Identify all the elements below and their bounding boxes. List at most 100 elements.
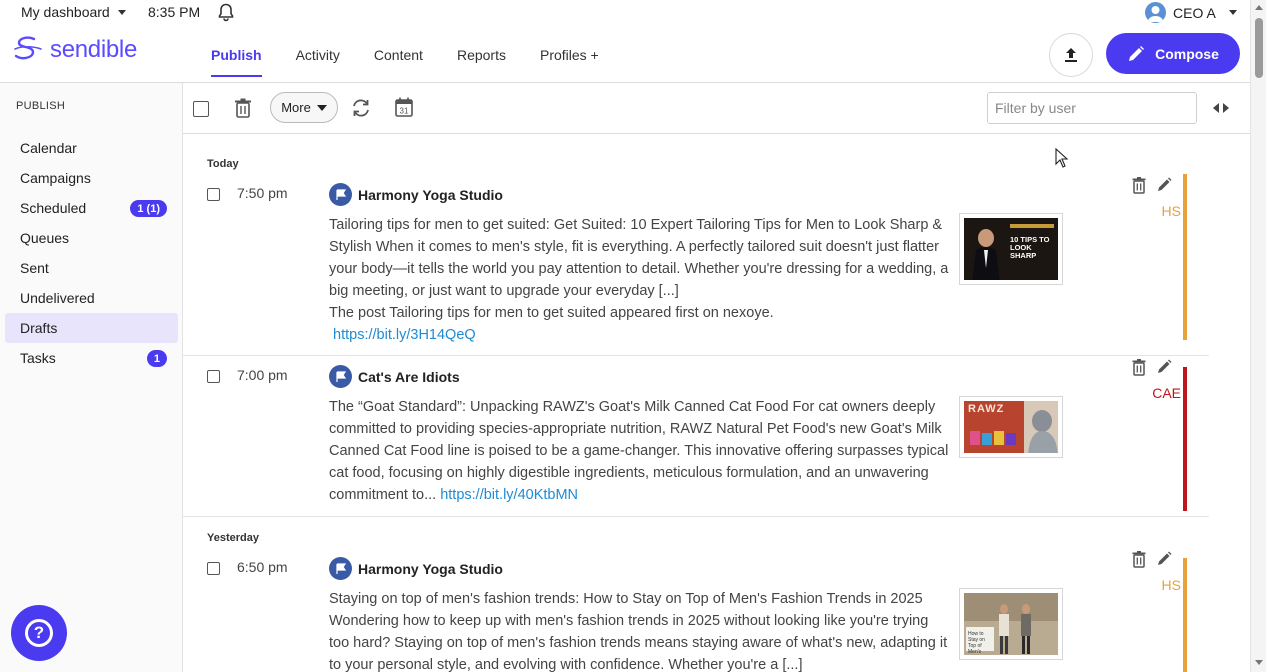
scroll-thumb[interactable] [1255,18,1263,78]
more-label: More [281,100,311,115]
post-item[interactable]: 7:00 pm Cat's Are Idiots The “Goat Stand… [183,356,1209,517]
upload-icon [1065,48,1077,62]
sidebar-item-campaigns[interactable]: Campaigns [5,163,178,193]
profile-name: Cat's Are Idiots [358,368,460,385]
main-nav: Publish Activity Content Reports Profile… [196,26,618,83]
post-thumbnail[interactable]: How to Stay on Top of Men's Fashion Tren… [959,588,1063,660]
profile-color-bar [1183,174,1187,340]
pencil-icon[interactable] [1155,176,1173,199]
trash-icon[interactable] [1131,358,1147,381]
profile-name: Harmony Yoga Studio [358,560,503,577]
help-button[interactable]: ? [11,605,67,661]
post-checkbox[interactable] [207,562,220,575]
post-body: The “Goat Standard”: Unpacking RAWZ's Go… [329,399,949,503]
post-time: 7:50 pm [237,185,288,201]
collapse-panel-icon[interactable] [1211,101,1231,115]
user-name: CEO A [1173,4,1216,21]
avatar [1145,2,1166,23]
trash-icon[interactable] [1131,550,1147,573]
sidebar-item-label: Undelivered [20,290,95,306]
post-text: The “Goat Standard”: Unpacking RAWZ's Go… [329,396,949,506]
trash-icon[interactable] [233,97,255,119]
profile-color-bar [1183,558,1187,672]
post-body: Staying on top of men's fashion trends: … [329,591,948,672]
sidebar-item-label: Queues [20,230,70,246]
post-thumbnail[interactable]: 10 TIPS TO LOOK SHARP [959,213,1063,285]
thumbnail-caption: RAWZ [968,403,1005,415]
sidebar: PUBLISH Calendar Campaigns Scheduled 1 (1… [0,83,183,672]
flag-icon [329,557,352,580]
sidebar-item-queues[interactable]: Queues [5,223,178,253]
post-link[interactable]: https://bit.ly/40KtbMN [440,487,578,503]
calendar-day: 31 [400,107,409,116]
trash-icon[interactable] [1131,176,1147,199]
calendar-icon[interactable]: 31 [394,96,416,118]
sidebar-item-tasks[interactable]: Tasks 1 [5,343,178,373]
post-time: 7:00 pm [237,367,288,383]
top-strip: My dashboard 8:35 PM CEO A [0,0,1250,26]
pencil-icon[interactable] [1155,358,1173,381]
profile-initials: HS [1161,577,1181,593]
toolbar: More 31 [183,83,1250,134]
bell-icon[interactable] [216,2,236,22]
sidebar-item-scheduled[interactable]: Scheduled 1 (1) [5,193,178,223]
mouse-cursor-icon [1055,147,1069,173]
sidebar-item-label: Tasks [20,350,56,366]
tab-reports[interactable]: Reports [442,26,521,83]
sidebar-item-label: Calendar [20,140,77,156]
page-scrollbar[interactable] [1250,0,1266,672]
clock-time: 8:35 PM [148,4,201,20]
select-all-checkbox[interactable] [193,101,209,117]
tab-publish[interactable]: Publish [196,26,277,83]
dashboard-dropdown[interactable]: My dashboard [21,4,126,20]
scroll-up-icon[interactable] [1255,5,1263,10]
tab-content[interactable]: Content [359,26,438,83]
pencil-icon [1129,45,1145,61]
post-actions [1131,550,1173,573]
profile-color-bar [1183,367,1187,511]
sidebar-item-sent[interactable]: Sent [5,253,178,283]
sidebar-title: PUBLISH [16,100,66,112]
sidebar-item-drafts[interactable]: Drafts [5,313,178,343]
post-checkbox[interactable] [207,188,220,201]
profile-initials: CAE [1152,385,1181,401]
sidebar-item-label: Sent [20,260,49,276]
header: sendible Publish Activity Content Report… [0,26,1250,83]
post-item[interactable]: 6:50 pm Harmony Yoga Studio Staying on t… [183,548,1209,672]
post-text: Staying on top of men's fashion trends: … [329,588,949,672]
post-thumbnail[interactable]: RAWZ [959,396,1063,458]
group-label-yesterday: Yesterday [207,532,259,544]
sendible-logo-icon [14,36,42,60]
pencil-icon[interactable] [1155,550,1173,573]
dashboard-label: My dashboard [21,4,110,20]
sidebar-item-label: Campaigns [20,170,91,186]
post-link[interactable]: https://bit.ly/3H14QeQ [333,327,476,343]
more-dropdown[interactable]: More [270,92,338,123]
upload-button[interactable] [1049,33,1093,77]
post-checkbox[interactable] [207,370,220,383]
drafts-list: Today 7:50 pm Harmony Yoga Studio Tailor… [183,134,1250,672]
scroll-down-icon[interactable] [1255,660,1263,665]
post-profile: Cat's Are Idiots [329,365,460,388]
compose-button[interactable]: Compose [1106,33,1240,74]
count-badge: 1 [146,350,167,367]
chevron-down-icon [1228,10,1237,15]
post-item[interactable]: 7:50 pm Harmony Yoga Studio Tailoring ti… [183,174,1209,356]
post-actions [1131,358,1173,381]
refresh-icon[interactable] [350,97,372,119]
sidebar-item-undelivered[interactable]: Undelivered [5,283,178,313]
sidebar-item-calendar[interactable]: Calendar [5,133,178,163]
group-label-today: Today [207,158,239,170]
compose-label: Compose [1155,45,1219,62]
sidebar-item-label: Scheduled [20,200,87,216]
user-menu[interactable]: CEO A [1145,2,1237,23]
logo[interactable]: sendible [12,35,137,65]
thumbnail-caption: How to Stay on Top of Men's Fashion Tren… [968,631,985,655]
tab-profiles[interactable]: Profiles + [525,26,614,83]
filter-by-user-input[interactable] [987,92,1197,124]
tab-activity[interactable]: Activity [281,26,355,83]
post-actions [1131,176,1173,199]
post-profile: Harmony Yoga Studio [329,557,503,580]
profile-name: Harmony Yoga Studio [358,186,503,203]
post-footer: The post Tailoring tips for men to get s… [329,305,774,321]
